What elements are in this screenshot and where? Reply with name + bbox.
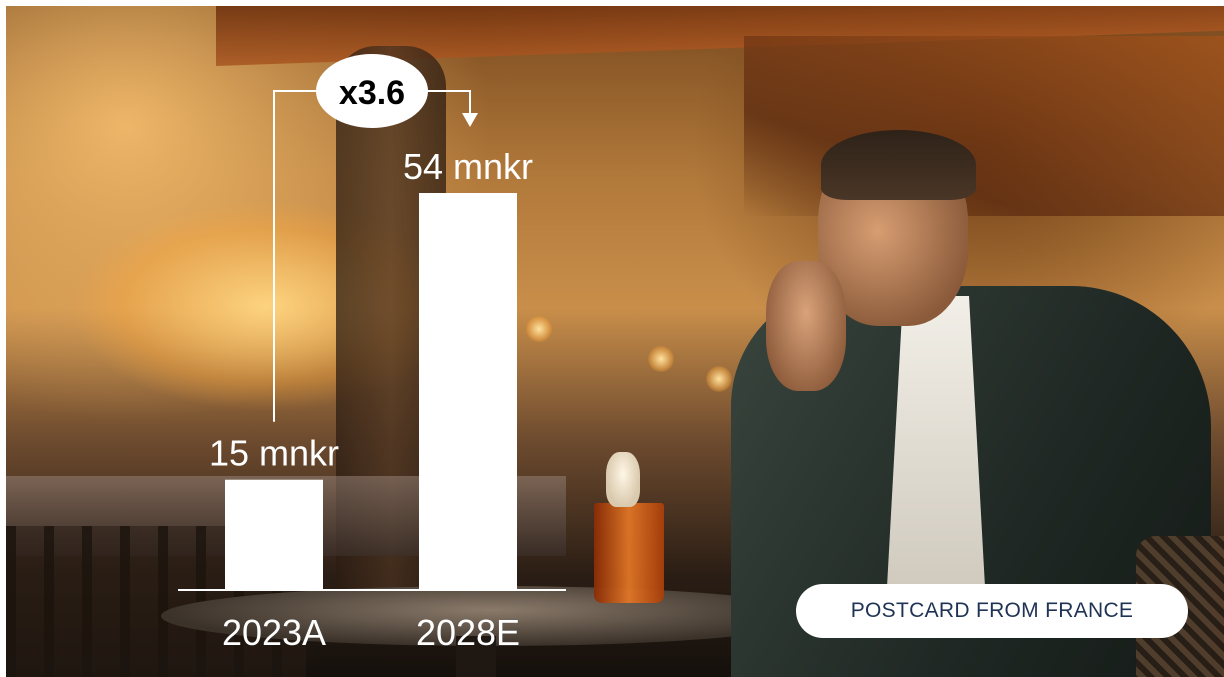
value-label-2023A: 15 mnkr (209, 433, 339, 474)
multiplier-arrowhead (462, 113, 478, 127)
bar-chart: 15 mnkr 2023A 54 mnkr 2028E x3.6 (178, 54, 566, 653)
bar-2023A (225, 479, 323, 590)
multiplier-label: x3.6 (339, 74, 405, 112)
category-label-2023A: 2023A (222, 612, 326, 653)
bar-2028E (419, 193, 517, 590)
postcard-badge: POSTCARD FROM FRANCE (796, 584, 1188, 638)
postcard-badge-label: POSTCARD FROM FRANCE (850, 599, 1134, 622)
bars-group (178, 193, 566, 591)
value-label-2028E: 54 mnkr (403, 146, 533, 187)
category-label-2028E: 2028E (416, 612, 520, 653)
